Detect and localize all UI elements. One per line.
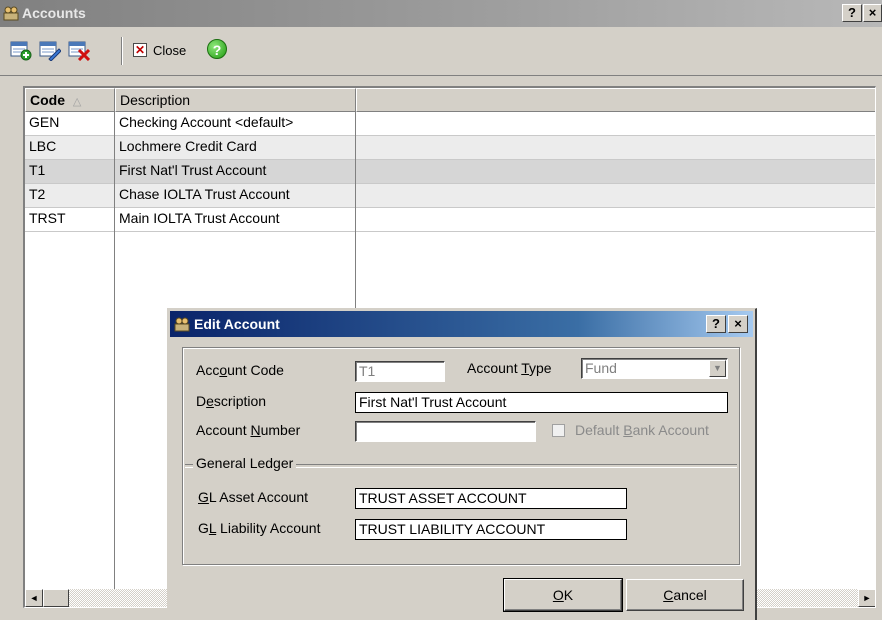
description-field[interactable]: First Nat'l Trust Account (355, 392, 728, 413)
dialog-title: Edit Account (194, 316, 280, 332)
account-type-label: Account Type (467, 360, 552, 376)
account-code-label: Account Code (196, 362, 284, 378)
gl-liability-account-field[interactable]: TRUST LIABILITY ACCOUNT (355, 519, 627, 540)
sort-ascending-icon: △ (72, 96, 82, 108)
cell-code: LBC (29, 138, 57, 154)
close-x-icon: ✕ (133, 43, 147, 57)
close-label: Close (153, 42, 187, 58)
title-bar[interactable]: Accounts ? × (0, 0, 882, 27)
chevron-down-icon[interactable]: ▼ (709, 360, 726, 377)
general-ledger-group-label: General Ledger (193, 455, 297, 471)
cell-code: T2 (29, 186, 46, 202)
column-header-description[interactable]: Description (115, 88, 356, 112)
table-row[interactable]: LBC Lochmere Credit Card (25, 136, 875, 160)
dialog-title-bar[interactable]: Edit Account ? × (170, 311, 753, 337)
account-code-field[interactable]: T1 (355, 361, 445, 382)
cell-description: Lochmere Credit Card (119, 138, 257, 154)
toolbar-close-button[interactable]: ✕ Close (133, 40, 186, 60)
gl-asset-account-label: GL Asset Account (198, 489, 308, 505)
account-type-select[interactable]: Fund ▼ (581, 358, 728, 379)
gl-liability-account-label: GL Liability Account (198, 520, 321, 536)
edit-record-icon[interactable] (39, 39, 61, 61)
cancel-button[interactable]: Cancel (626, 579, 744, 611)
toolbar: ✕ Close ? (0, 27, 882, 76)
cell-description: Checking Account <default> (119, 114, 294, 130)
scroll-right-button[interactable]: ► (858, 589, 875, 607)
account-number-field[interactable] (355, 421, 536, 442)
edit-account-icon (174, 317, 190, 332)
edit-account-dialog: Edit Account ? × Account Code T1 Account… (167, 308, 757, 620)
column-header-blank[interactable] (356, 88, 875, 112)
cell-description: First Nat'l Trust Account (119, 162, 267, 178)
table-row[interactable]: T2 Chase IOLTA Trust Account (25, 184, 875, 208)
help-button[interactable]: ? (842, 4, 862, 22)
table-row-selected[interactable]: T1 First Nat'l Trust Account (25, 160, 875, 184)
cell-description: Chase IOLTA Trust Account (119, 186, 290, 202)
table-row[interactable]: GEN Checking Account <default> (25, 112, 875, 136)
gl-asset-account-field[interactable]: TRUST ASSET ACCOUNT (355, 488, 627, 509)
default-bank-label: Default Bank Account (575, 422, 709, 438)
cell-description: Main IOLTA Trust Account (119, 210, 280, 226)
add-record-icon[interactable] (10, 39, 32, 61)
cell-code: TRST (29, 210, 66, 226)
scroll-thumb[interactable] (43, 589, 69, 607)
table-row[interactable]: TRST Main IOLTA Trust Account (25, 208, 875, 232)
close-button[interactable]: × (863, 4, 882, 22)
help-icon[interactable]: ? (207, 39, 227, 59)
description-label: Description (196, 393, 267, 409)
scroll-left-button[interactable]: ◄ (25, 589, 43, 607)
column-header-label: Code (30, 92, 65, 108)
ok-button[interactable]: OK (503, 578, 623, 612)
cell-code: GEN (29, 114, 60, 130)
dialog-close-button[interactable]: × (728, 315, 748, 333)
default-bank-checkbox[interactable] (552, 424, 565, 437)
column-header-code[interactable]: Code △ (25, 88, 115, 112)
column-divider (114, 112, 115, 607)
cell-code: T1 (29, 162, 46, 178)
accounts-app-icon (3, 6, 19, 21)
account-number-label: Account Number (196, 422, 301, 438)
account-details-panel: Account Code T1 Account Type Fund ▼ Desc… (182, 347, 740, 565)
toolbar-separator (121, 37, 123, 65)
accounts-window: Accounts ? × ✕ Close ? Code △ Descriptio… (0, 0, 882, 620)
dialog-help-button[interactable]: ? (706, 315, 726, 333)
window-title: Accounts (22, 5, 86, 21)
delete-record-icon[interactable] (68, 39, 90, 61)
